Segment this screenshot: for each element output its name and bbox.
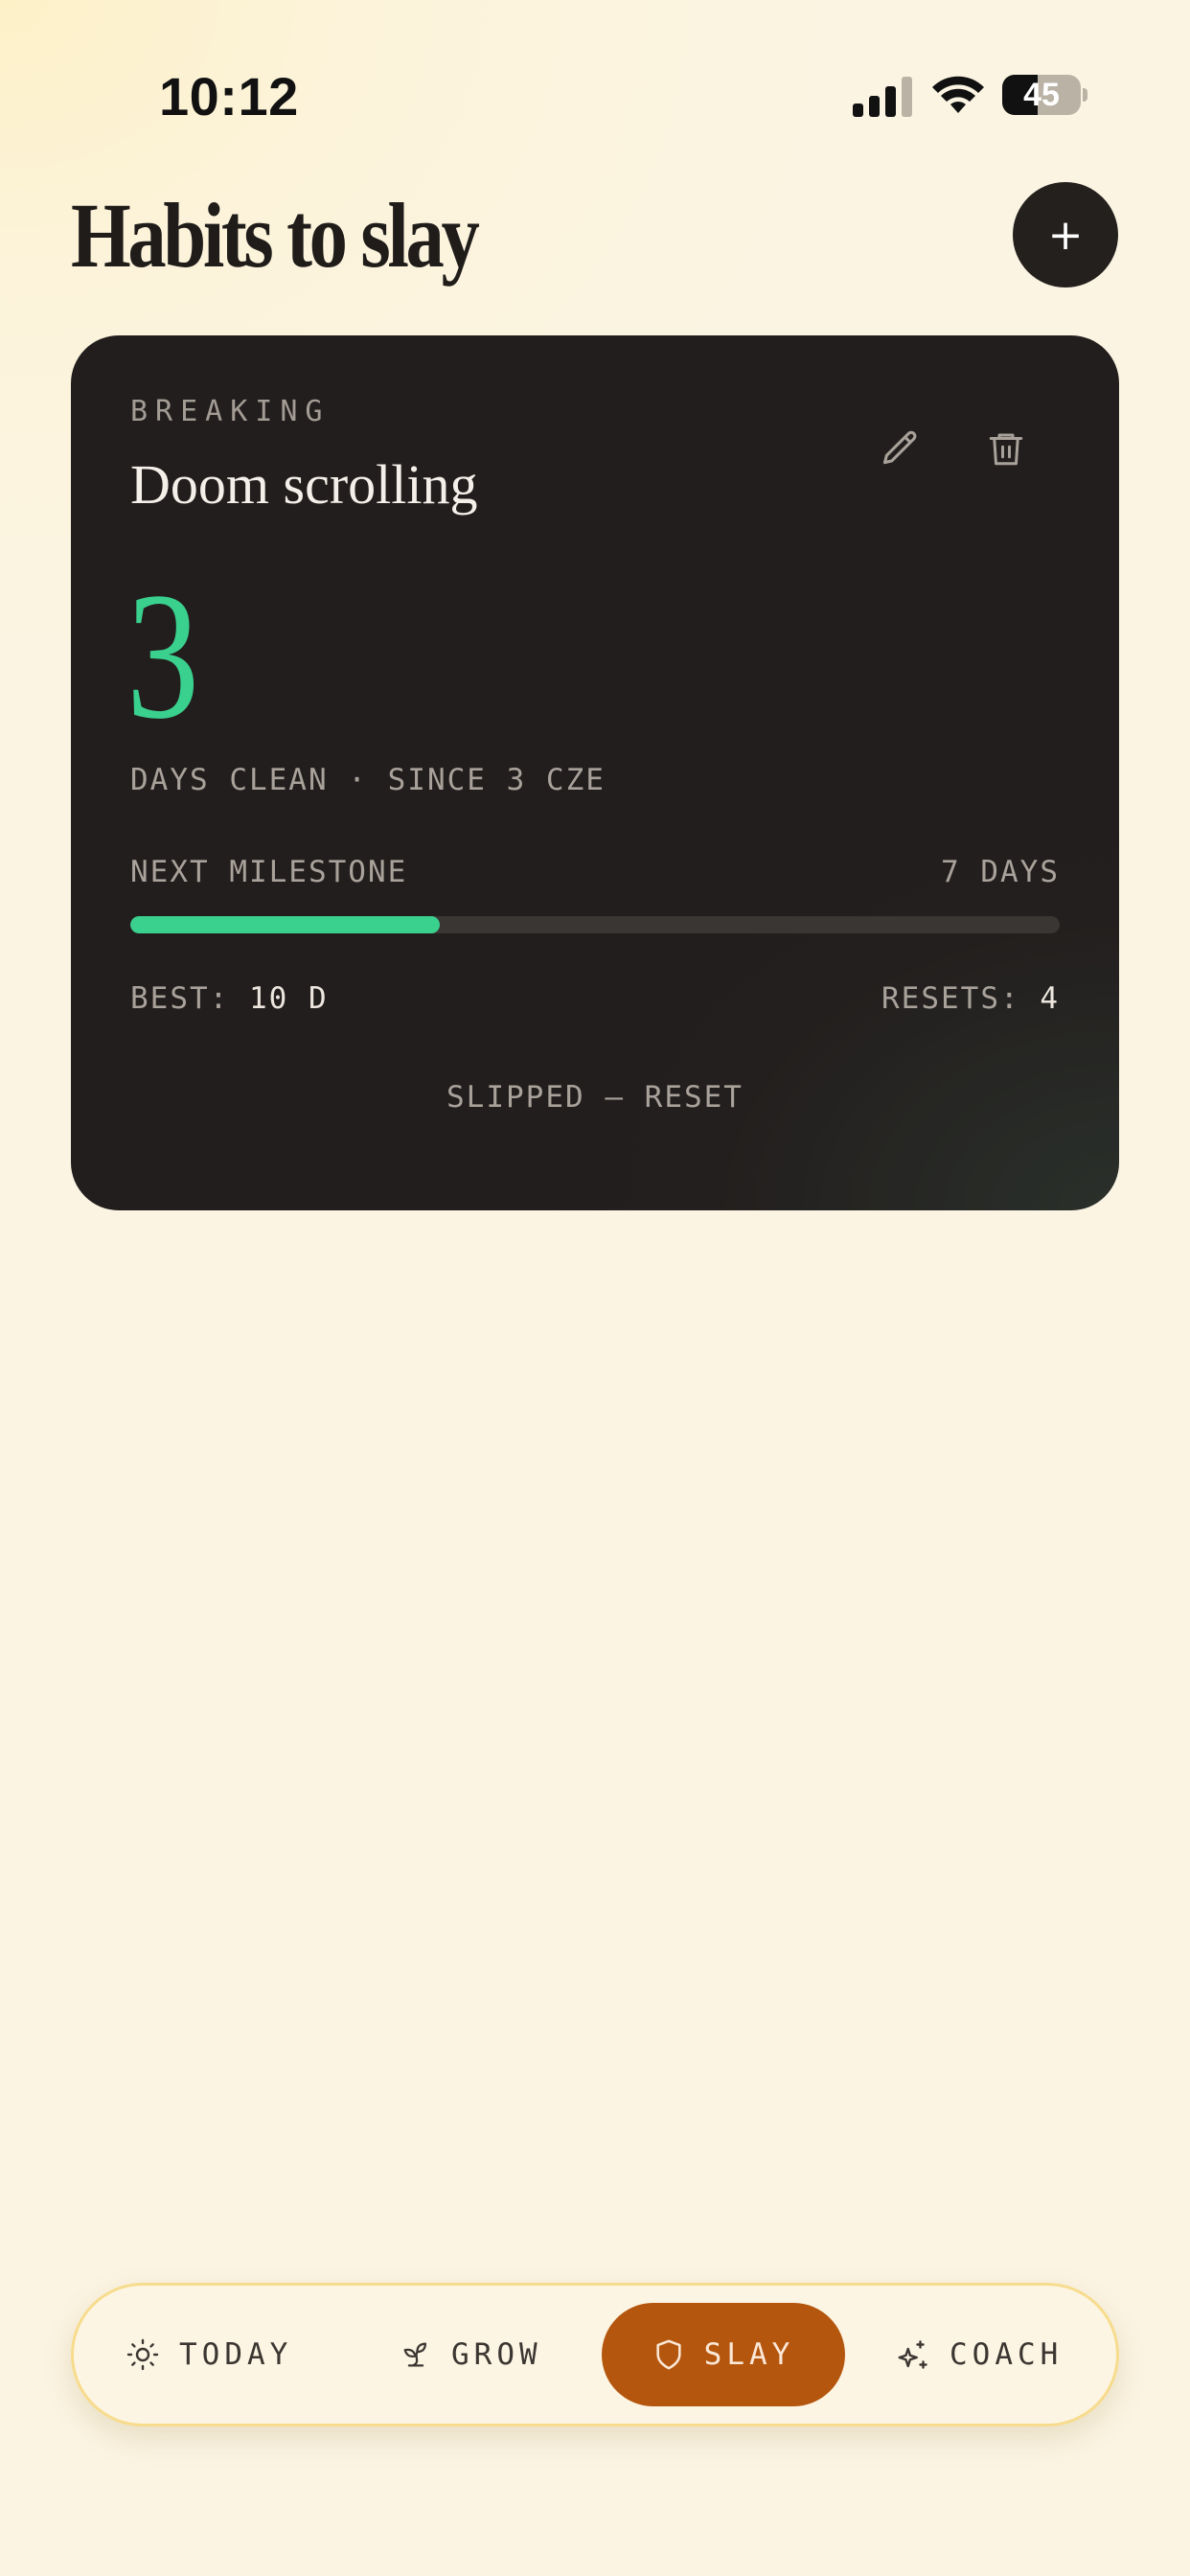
tab-slay[interactable]: SLAY bbox=[602, 2303, 845, 2406]
shield-icon bbox=[656, 2339, 681, 2370]
streak-count: 3 bbox=[126, 556, 199, 757]
resets-label: RESETS: bbox=[881, 981, 1020, 1016]
pencil-icon bbox=[882, 430, 917, 465]
habit-category: BREAKING bbox=[130, 395, 331, 428]
resets-count: RESETS: 4 bbox=[881, 981, 1060, 1016]
habit-card: BREAKING Doom scrolling 3 DAYS CLEAN · S… bbox=[71, 335, 1119, 1210]
page-title: Habits to slay bbox=[71, 184, 480, 287]
add-habit-button[interactable]: + bbox=[1013, 182, 1118, 288]
edit-habit-button[interactable] bbox=[872, 420, 929, 477]
tab-slay-label: SLAY bbox=[703, 2337, 795, 2372]
tab-today[interactable]: TODAY bbox=[126, 2303, 308, 2406]
status-bar: 10:12 45 bbox=[0, 0, 1190, 192]
wifi-icon bbox=[932, 76, 984, 113]
slipped-reset-button[interactable]: SLIPPED — RESET bbox=[71, 1064, 1119, 1131]
best-streak-value: 10 D bbox=[249, 981, 329, 1016]
battery-level: 45 bbox=[1023, 77, 1060, 113]
next-milestone-value: 7 DAYS bbox=[941, 855, 1060, 889]
bottom-nav: TODAY GROW SLAY COACH bbox=[71, 2283, 1119, 2426]
milestone-progress-bar bbox=[130, 916, 1060, 933]
best-streak-label: BEST: bbox=[130, 981, 230, 1016]
sun-icon bbox=[126, 2338, 159, 2371]
trash-icon bbox=[989, 433, 1023, 466]
delete-habit-button[interactable] bbox=[977, 420, 1035, 477]
sparkles-icon bbox=[898, 2340, 927, 2369]
tab-grow[interactable]: GROW bbox=[400, 2303, 553, 2406]
tab-coach[interactable]: COACH bbox=[896, 2303, 1087, 2406]
cellular-signal-icon bbox=[853, 77, 912, 117]
best-streak: BEST: 10 D bbox=[130, 981, 329, 1016]
battery-icon: 45 bbox=[1002, 75, 1087, 115]
tab-today-label: TODAY bbox=[179, 2337, 293, 2372]
status-time: 10:12 bbox=[159, 66, 299, 126]
tab-coach-label: COACH bbox=[950, 2337, 1064, 2372]
tab-grow-label: GROW bbox=[451, 2337, 542, 2372]
milestone-progress-fill bbox=[130, 916, 440, 933]
streak-caption: DAYS CLEAN · SINCE 3 CZE bbox=[130, 763, 606, 797]
habit-name: Doom scrolling bbox=[130, 453, 478, 516]
resets-value: 4 bbox=[1040, 981, 1060, 1016]
next-milestone-label: NEXT MILESTONE bbox=[130, 855, 408, 889]
sprout-icon bbox=[403, 2342, 427, 2367]
plus-icon: + bbox=[1047, 210, 1084, 260]
